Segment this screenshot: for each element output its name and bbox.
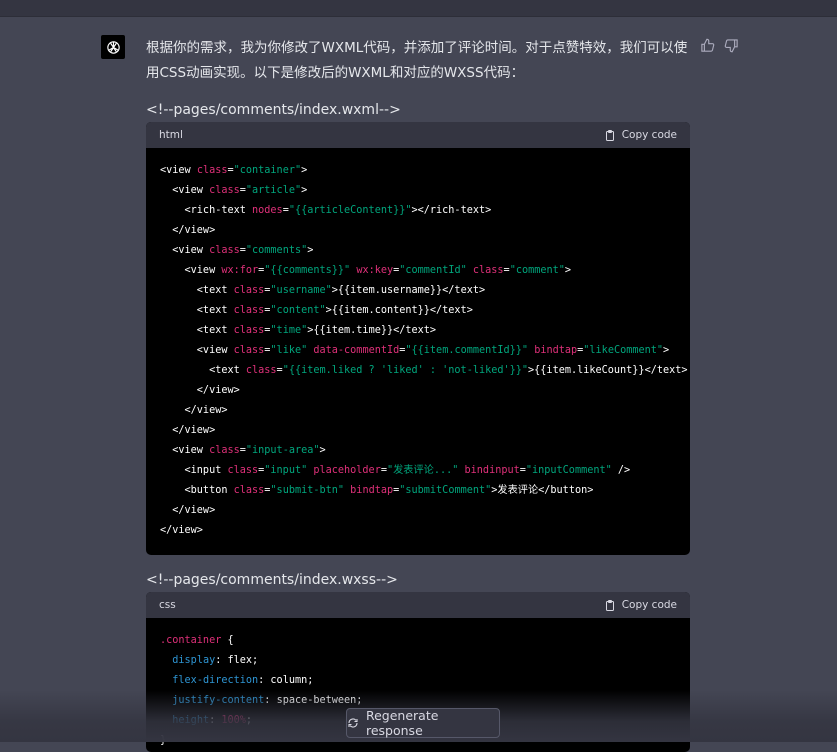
copy-code-button[interactable]: Copy code (604, 599, 677, 612)
feedback-buttons (700, 38, 739, 53)
code-language: html (159, 129, 183, 141)
code-content: <view class="container"> <view class="ar… (160, 165, 688, 536)
file-comment-wxss: <!--pages/comments/index.wxss--> (146, 572, 398, 588)
openai-logo-icon (101, 35, 125, 59)
copy-code-button[interactable]: Copy code (604, 129, 677, 142)
code-header: css Copy code (146, 592, 690, 618)
copy-code-label: Copy code (621, 599, 677, 611)
code-language: css (159, 599, 176, 611)
regenerate-button[interactable]: Regenerate response (346, 708, 500, 738)
code-block-wxml: html Copy code <view class="container"> … (146, 122, 690, 555)
clipboard-icon (605, 599, 614, 611)
code-header: html Copy code (146, 122, 690, 148)
regenerate-label: Regenerate response (365, 708, 439, 738)
file-comment-wxml: <!--pages/comments/index.wxml--> (146, 102, 401, 118)
thumbs-up-icon[interactable] (700, 38, 715, 53)
thumbs-down-icon[interactable] (724, 38, 739, 53)
top-strip (0, 0, 837, 17)
clipboard-icon (605, 129, 614, 141)
message-text: 根据你的需求，我为你修改了WXML代码，并添加了评论时间。对于点赞特效，我们可以… (146, 40, 688, 81)
copy-code-label: Copy code (621, 129, 677, 141)
refresh-icon (348, 718, 358, 728)
